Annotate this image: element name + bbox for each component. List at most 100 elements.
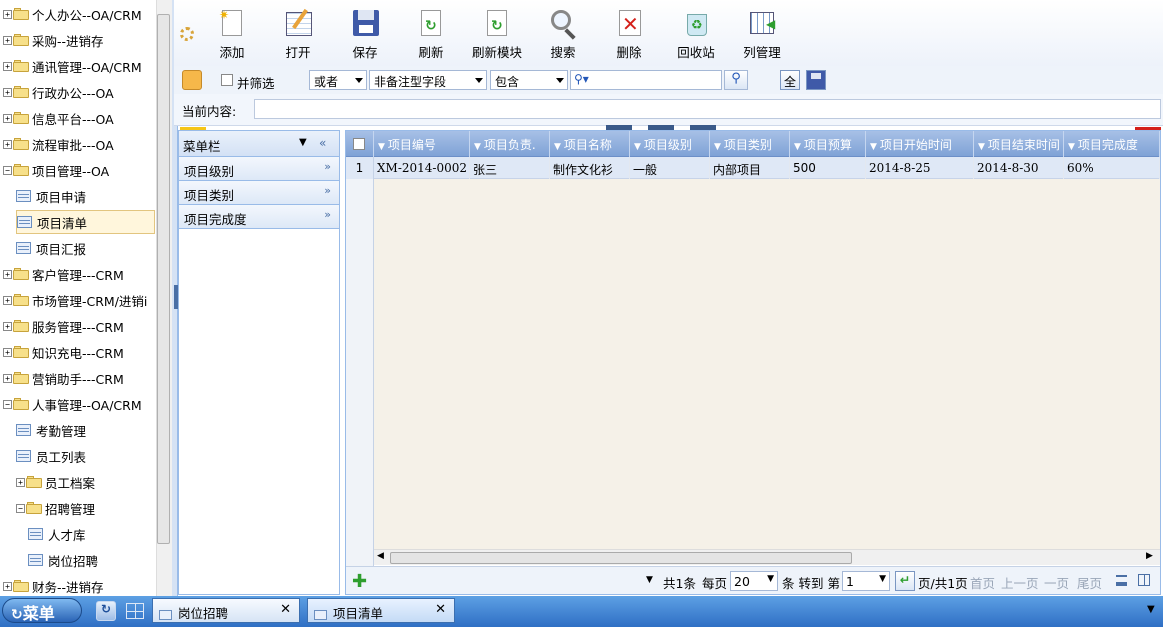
tree-item[interactable]: 员工列表 — [16, 444, 86, 468]
add-row-icon[interactable]: ✚ — [352, 571, 367, 592]
first-page-link[interactable]: 首页 — [970, 573, 995, 592]
tree-item[interactable]: 项目清单 — [16, 210, 155, 234]
scroll-right-icon[interactable]: ▶ — [1146, 551, 1153, 561]
table-row[interactable]: XM-2014-0002 张三 制作文化衫 一般 内部项目 500 2014-8-25 201… — [374, 157, 1160, 179]
tab-project-list[interactable]: 项目清单 ✕ — [307, 598, 455, 623]
current-content-input[interactable] — [254, 99, 1161, 119]
start-menu-button[interactable]: ↻菜单 — [2, 598, 82, 623]
column-header[interactable]: ▼ 项目完成度 — [1064, 131, 1160, 157]
collapse-icon[interactable]: − — [3, 165, 12, 175]
delete-button[interactable]: ✕ 删除 — [599, 6, 659, 61]
expand-icon[interactable]: + — [3, 139, 12, 149]
expand-icon[interactable]: + — [16, 477, 25, 487]
menu-item-type[interactable]: 项目类别 » — [179, 181, 339, 205]
go-button[interactable]: ↵ — [895, 571, 915, 591]
next-page-link[interactable]: 一页 — [1044, 573, 1069, 592]
filter-checkbox[interactable] — [221, 74, 233, 86]
grid-horizontal-scrollbar[interactable]: ◀ ▶ — [374, 549, 1160, 565]
sort-dropdown-icon[interactable]: ▼ — [714, 142, 721, 152]
tree-item[interactable]: + 采购--进销存 — [3, 28, 104, 52]
column-manage-button[interactable]: ◀ 列管理 — [732, 6, 792, 61]
column-header[interactable]: ▼ 项目级别 — [630, 131, 710, 157]
search-button[interactable]: 搜索 — [533, 6, 593, 61]
tree-item[interactable]: + 服务管理---CRM — [3, 314, 124, 338]
table-cell[interactable]: XM-2014-0002 — [374, 157, 470, 179]
expand-icon[interactable]: + — [3, 295, 12, 305]
tree-item[interactable]: + 行政办公---OA — [3, 80, 114, 104]
column-header[interactable]: ▼ 项目预算 — [790, 131, 866, 157]
expand-icon[interactable]: + — [3, 373, 12, 383]
taskbar-menu-icon[interactable]: ▼ — [1147, 604, 1155, 615]
page-select[interactable]: 1 ▼ — [842, 571, 890, 591]
sort-dropdown-icon[interactable]: ▼ — [794, 142, 801, 152]
tree-item[interactable]: 项目汇报 — [16, 236, 86, 260]
expand-icon[interactable]: + — [3, 347, 12, 357]
tree-item[interactable]: − 人事管理--OA/CRM — [3, 392, 142, 416]
expand-icon[interactable]: + — [3, 35, 12, 45]
expand-icon[interactable]: + — [3, 321, 12, 331]
pager-menu-icon[interactable]: ▼ — [646, 575, 653, 585]
tree-item[interactable]: + 知识充电---CRM — [3, 340, 124, 364]
refresh-module-button[interactable]: ↻ 刷新模块 — [467, 6, 527, 61]
tree-item[interactable]: − 项目管理--OA — [3, 158, 109, 182]
sort-dropdown-icon[interactable]: ▼ — [978, 142, 985, 152]
tree-item[interactable]: − 招聘管理 — [16, 496, 95, 520]
tree-item[interactable]: 岗位招聘 — [28, 548, 98, 572]
expand-icon[interactable]: + — [3, 581, 12, 591]
recycle-bin-button[interactable]: ♻ 回收站 — [666, 6, 726, 61]
select-all-checkbox[interactable] — [353, 138, 365, 150]
refresh-button[interactable]: ↻ 刷新 — [401, 6, 461, 61]
settings-icon[interactable] — [180, 27, 194, 41]
save-filter-icon[interactable] — [806, 70, 826, 90]
window-tiles-icon[interactable] — [126, 603, 144, 619]
filter-settings-icon[interactable] — [182, 70, 202, 90]
per-page-select[interactable]: 20 ▼ — [730, 571, 778, 591]
add-button[interactable]: ✷ 添加 — [202, 6, 262, 61]
operator-select[interactable]: 包含 — [490, 70, 568, 90]
scroll-left-icon[interactable]: ◀ — [377, 551, 384, 561]
menu-item-completion[interactable]: 项目完成度 » — [179, 205, 339, 229]
prev-page-link[interactable]: 上一页 — [1001, 573, 1039, 592]
table-cell[interactable]: 制作文化衫 — [550, 157, 630, 179]
tab-job-recruitment[interactable]: 岗位招聘 ✕ — [152, 598, 300, 623]
collapse-panel-icon[interactable]: « — [319, 136, 326, 150]
column-header[interactable]: ▼ 项目负责. — [470, 131, 550, 157]
tree-item[interactable]: 项目申请 — [16, 184, 86, 208]
table-cell[interactable]: 内部项目 — [710, 157, 790, 179]
tree-item[interactable]: + 个人办公--OA/CRM — [3, 2, 142, 26]
open-button[interactable]: 打开 — [268, 6, 328, 61]
expand-icon[interactable]: + — [3, 87, 12, 97]
sort-dropdown-icon[interactable]: ▼ — [1068, 142, 1075, 152]
field-select[interactable]: 非备注型字段 — [369, 70, 487, 90]
expand-icon[interactable]: + — [3, 61, 12, 71]
table-cell[interactable]: 2014-8-25 — [866, 157, 974, 179]
tree-item[interactable]: + 市场管理-CRM/进销i — [3, 288, 147, 312]
close-icon[interactable]: ✕ — [435, 602, 446, 617]
grid-view-icon[interactable] — [1138, 574, 1150, 586]
sort-dropdown-icon[interactable]: ▼ — [870, 142, 877, 152]
tree-item[interactable]: + 信息平台---OA — [3, 106, 114, 130]
sort-dropdown-icon[interactable]: ▼ — [474, 142, 481, 152]
save-button[interactable]: 保存 — [335, 6, 395, 61]
tree-item[interactable]: + 营销助手---CRM — [3, 366, 124, 390]
refresh-desktop-icon[interactable]: ↻ — [96, 601, 116, 621]
column-header[interactable]: ▼ 项目编号 — [374, 131, 470, 157]
expand-icon[interactable]: + — [3, 9, 12, 19]
table-cell[interactable]: 500 — [790, 157, 866, 179]
sort-dropdown-icon[interactable]: ▼ — [378, 142, 385, 152]
table-cell[interactable]: 一般 — [630, 157, 710, 179]
tree-item[interactable]: + 通讯管理--OA/CRM — [3, 54, 142, 78]
column-header[interactable]: ▼ 项目名称 — [550, 131, 630, 157]
grid-scrollbar-thumb[interactable] — [390, 552, 852, 564]
list-view-icon[interactable] — [1116, 575, 1127, 586]
table-cell[interactable]: 张三 — [470, 157, 550, 179]
last-page-link[interactable]: 尾页 — [1077, 573, 1102, 592]
menu-item-level[interactable]: 项目级别 » — [179, 157, 339, 181]
select-all-button[interactable]: 全 — [780, 70, 800, 90]
tree-item[interactable]: + 员工档案 — [16, 470, 95, 494]
lookup-icon[interactable]: ⚲▾ — [574, 72, 589, 86]
column-header[interactable]: ▼ 项目结束时间 — [974, 131, 1064, 157]
expand-icon[interactable]: + — [3, 269, 12, 279]
collapse-icon[interactable]: − — [16, 503, 25, 513]
tree-item[interactable]: + 客户管理---CRM — [3, 262, 124, 286]
